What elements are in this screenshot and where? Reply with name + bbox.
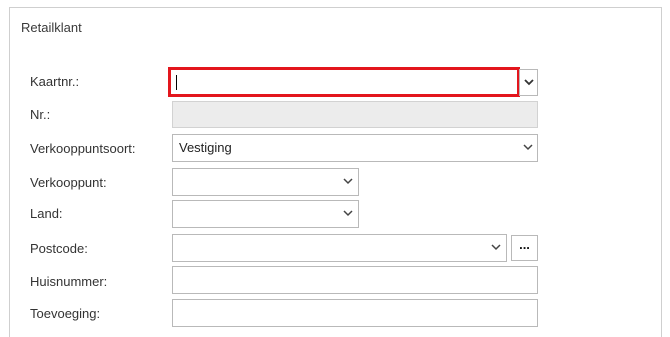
verkooppuntsoort-label: Verkooppuntsoort: [30,141,136,156]
nr-field [172,101,538,128]
chevron-down-icon [491,244,501,251]
land-select[interactable] [172,200,359,228]
verkooppuntsoort-select[interactable]: Vestiging [172,134,538,162]
huisnummer-label: Huisnummer: [30,274,108,289]
section-title: Retailklant [21,20,82,35]
kaartnr-input[interactable] [168,67,520,97]
chevron-down-icon [524,79,534,86]
verkooppuntsoort-value: Vestiging [179,140,232,155]
verkooppunt-select[interactable] [172,168,359,196]
land-label: Land: [30,206,63,221]
toevoeging-input[interactable] [172,299,538,327]
kaartnr-label: Kaartnr.: [30,74,80,89]
chevron-down-icon [523,144,533,151]
postcode-lookup-button[interactable]: ... [511,235,538,261]
kaartnr-dropdown-button[interactable] [519,69,538,96]
nr-label: Nr.: [30,107,51,122]
postcode-select[interactable] [172,234,507,262]
postcode-label: Postcode: [30,241,88,256]
text-cursor [176,75,177,90]
verkooppunt-label: Verkooppunt: [30,175,107,190]
chevron-down-icon [343,178,353,185]
huisnummer-input[interactable] [172,266,538,294]
toevoeging-label: Toevoeging: [30,306,101,321]
chevron-down-icon [343,210,353,217]
